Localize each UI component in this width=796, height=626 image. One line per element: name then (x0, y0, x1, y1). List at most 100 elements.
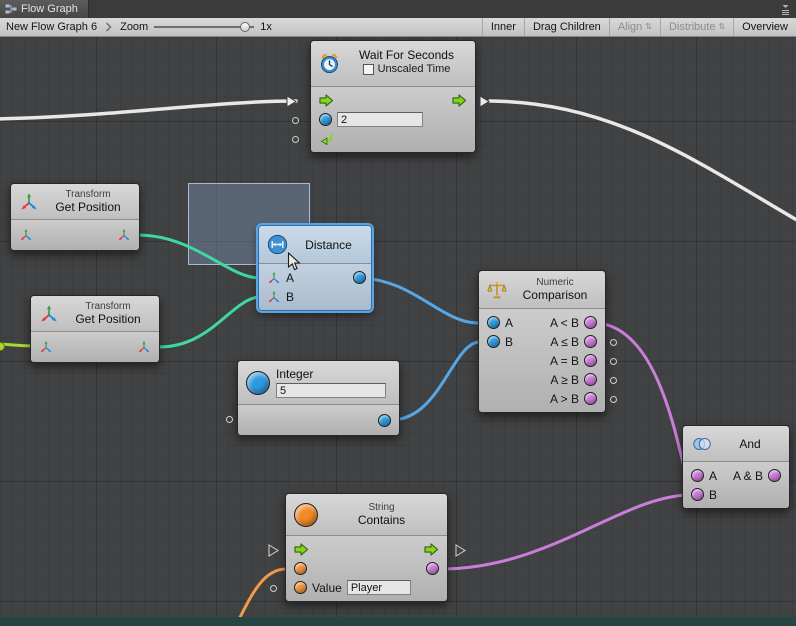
integer-output-port[interactable] (378, 414, 391, 427)
comparison-gt-pin[interactable] (610, 396, 617, 403)
comparison-input-port-a[interactable] (487, 316, 500, 329)
port-label-b: B (709, 488, 717, 502)
zoom-slider-knob[interactable] (240, 22, 250, 32)
node-title: And (719, 437, 781, 451)
seconds-input[interactable] (337, 112, 423, 127)
tab-title: Flow Graph (21, 3, 78, 15)
tab-menu-button[interactable] (775, 0, 796, 18)
zoom-label: Zoom (120, 21, 148, 33)
flow-out-port[interactable] (424, 543, 439, 556)
breadcrumb-chevron-icon (103, 22, 114, 32)
wire-number-2[interactable] (391, 342, 479, 420)
comparison-output-gte[interactable] (584, 373, 597, 386)
distribute-arrows-icon: ⇅ (718, 23, 725, 31)
transform-input-port[interactable] (19, 228, 33, 242)
node-subtitle: Numeric (513, 277, 597, 288)
checkbox-box[interactable] (363, 64, 374, 75)
distribute-button[interactable]: Distribute ⇅ (660, 18, 733, 36)
port-label-a: A (505, 316, 513, 330)
node-distance[interactable]: Distance A B (258, 225, 372, 311)
contains-flow-out-indicator[interactable] (455, 544, 466, 557)
transform-input-dot[interactable] (0, 342, 5, 351)
transform-icon (39, 304, 59, 324)
contains-value-pin[interactable] (270, 585, 277, 592)
port-label-b: B (505, 335, 513, 349)
graph-canvas[interactable]: Wait For Seconds Unscaled Time (0, 37, 796, 617)
node-integer[interactable]: Integer (237, 360, 400, 436)
graph-icon (5, 4, 17, 14)
node-string-contains[interactable]: String Contains Value (285, 493, 448, 602)
position-output-port[interactable] (137, 340, 151, 354)
breadcrumb[interactable]: New Flow Graph 6 (0, 21, 103, 33)
flow-in-port[interactable] (319, 94, 334, 107)
node-subtitle: String (324, 502, 439, 513)
scales-icon (487, 280, 507, 300)
node-get-position-1[interactable]: Transform Get Position (10, 183, 140, 251)
drag-children-button-label: Drag Children (533, 21, 601, 33)
wire-string-1[interactable] (230, 569, 286, 617)
value-input-port[interactable] (294, 581, 307, 594)
wire-boolean-2[interactable] (440, 495, 686, 569)
wire-flow-out[interactable] (490, 101, 796, 223)
and-input-port-b[interactable] (691, 488, 704, 501)
comparison-output-eq[interactable] (584, 354, 597, 367)
port-label-b: B (286, 290, 294, 304)
and-input-port-a[interactable] (691, 469, 704, 482)
output-label-a-and-b: A & B (733, 469, 763, 483)
wire-vector-2[interactable] (159, 297, 260, 347)
comparison-gte-pin[interactable] (610, 377, 617, 384)
output-label-lt: A < B (550, 316, 579, 330)
bottom-panel-strip (0, 617, 796, 626)
drag-children-button[interactable]: Drag Children (524, 18, 609, 36)
wait-loop-pin[interactable] (292, 136, 299, 143)
node-numeric-comparison[interactable]: Numeric Comparison A A < B B (478, 270, 606, 413)
tab-menu-icon (780, 3, 791, 16)
position-input-port-a[interactable] (267, 271, 281, 285)
comparison-output-lt[interactable] (584, 316, 597, 329)
value-input[interactable] (347, 580, 411, 595)
comparison-output-lte[interactable] (584, 335, 597, 348)
wait-flow-out-indicator[interactable] (479, 95, 490, 108)
string-icon (294, 503, 318, 527)
and-output-port[interactable] (768, 469, 781, 482)
contains-flow-in-indicator[interactable] (268, 544, 279, 557)
zoom-value: 1x (260, 21, 272, 33)
node-get-position-2[interactable]: Transform Get Position (30, 295, 160, 363)
overview-button[interactable]: Overview (733, 18, 796, 36)
transform-icon (19, 192, 39, 212)
comparison-input-port-b[interactable] (487, 335, 500, 348)
node-title: Integer (276, 367, 391, 381)
zoom-slider-track[interactable] (154, 26, 254, 28)
node-wait-for-seconds[interactable]: Wait For Seconds Unscaled Time (310, 40, 476, 153)
unscaled-time-checkbox[interactable]: Unscaled Time (363, 63, 451, 75)
string-input-port[interactable] (294, 562, 307, 575)
comparison-lte-pin[interactable] (610, 339, 617, 346)
node-title: Get Position (45, 200, 131, 214)
align-button[interactable]: Align ⇅ (609, 18, 660, 36)
distance-output-port[interactable] (353, 271, 366, 284)
zoom-slider[interactable] (154, 21, 254, 33)
value-label: Value (312, 581, 342, 595)
position-input-port-b[interactable] (267, 290, 281, 304)
distance-icon (267, 234, 288, 255)
integer-value-input[interactable] (276, 383, 386, 398)
comparison-output-gt[interactable] (584, 392, 597, 405)
seconds-port[interactable] (319, 113, 332, 126)
flow-in-port[interactable] (294, 543, 309, 556)
wait-flow-in-indicator[interactable] (286, 95, 297, 108)
node-and[interactable]: And A A & B B (682, 425, 790, 509)
wait-seconds-pin[interactable] (292, 117, 299, 124)
output-label-eq: A = B (550, 354, 579, 368)
wire-flow-in[interactable] (0, 101, 296, 119)
tab-flow-graph[interactable]: Flow Graph (0, 0, 89, 18)
comparison-eq-pin[interactable] (610, 358, 617, 365)
inner-button[interactable]: Inner (482, 18, 524, 36)
flow-out-port[interactable] (452, 94, 467, 107)
position-output-port[interactable] (117, 228, 131, 242)
integer-input-pin[interactable] (226, 416, 233, 423)
wire-number-1[interactable] (359, 278, 479, 323)
loop-arrow-icon[interactable] (319, 132, 334, 145)
contains-result-port[interactable] (426, 562, 439, 575)
align-arrows-icon: ⇅ (645, 23, 652, 31)
transform-input-port[interactable] (39, 340, 53, 354)
